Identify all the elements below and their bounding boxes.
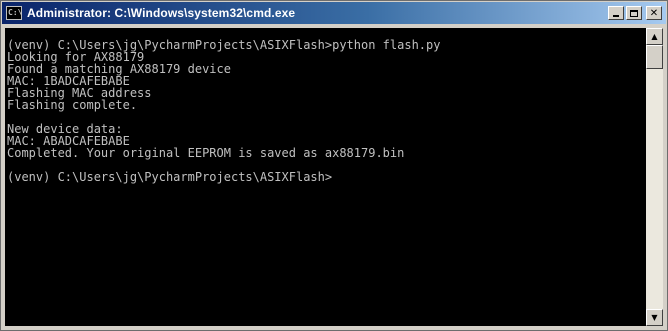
console-line: (venv) C:\Users\jg\PycharmProjects\ASIXF… (7, 38, 441, 52)
maximize-button[interactable] (626, 6, 642, 20)
console-prompt-line: (venv) C:\Users\jg\PycharmProjects\ASIXF… (7, 170, 333, 184)
console-line: Flashing MAC address (7, 86, 152, 100)
console-line: Completed. Your original EEPROM is saved… (7, 146, 405, 160)
console-line: Flashing complete. (7, 98, 138, 112)
minimize-button[interactable] (608, 6, 624, 20)
console-lines: (venv) C:\Users\jg\PycharmProjects\ASIXF… (7, 38, 441, 184)
scroll-down-arrow-icon: ▼ (651, 313, 658, 322)
minimize-icon (613, 15, 619, 17)
scrollbar-thumb[interactable] (646, 45, 663, 69)
console-output-area[interactable]: (venv) C:\Users\jg\PycharmProjects\ASIXF… (5, 28, 646, 326)
console-line: MAC: ABADCAFEBABE (7, 134, 130, 148)
scroll-up-arrow-icon: ▲ (651, 32, 658, 41)
close-button[interactable]: ✕ (646, 6, 662, 20)
console-line: New device data: (7, 122, 123, 136)
maximize-icon (630, 9, 638, 17)
title-bar[interactable]: C:\ Administrator: C:\Windows\system32\c… (2, 2, 666, 24)
console-line: Found a matching AX88179 device (7, 62, 231, 76)
cmd-icon[interactable]: C:\ (6, 6, 22, 20)
cmd-window: C:\ Administrator: C:\Windows\system32\c… (0, 0, 668, 331)
close-icon: ✕ (649, 7, 659, 19)
scroll-up-button[interactable]: ▲ (646, 28, 663, 45)
vertical-scrollbar[interactable]: ▲ ▼ (646, 28, 663, 326)
scroll-down-button[interactable]: ▼ (646, 309, 663, 326)
window-title: Administrator: C:\Windows\system32\cmd.e… (27, 6, 296, 20)
